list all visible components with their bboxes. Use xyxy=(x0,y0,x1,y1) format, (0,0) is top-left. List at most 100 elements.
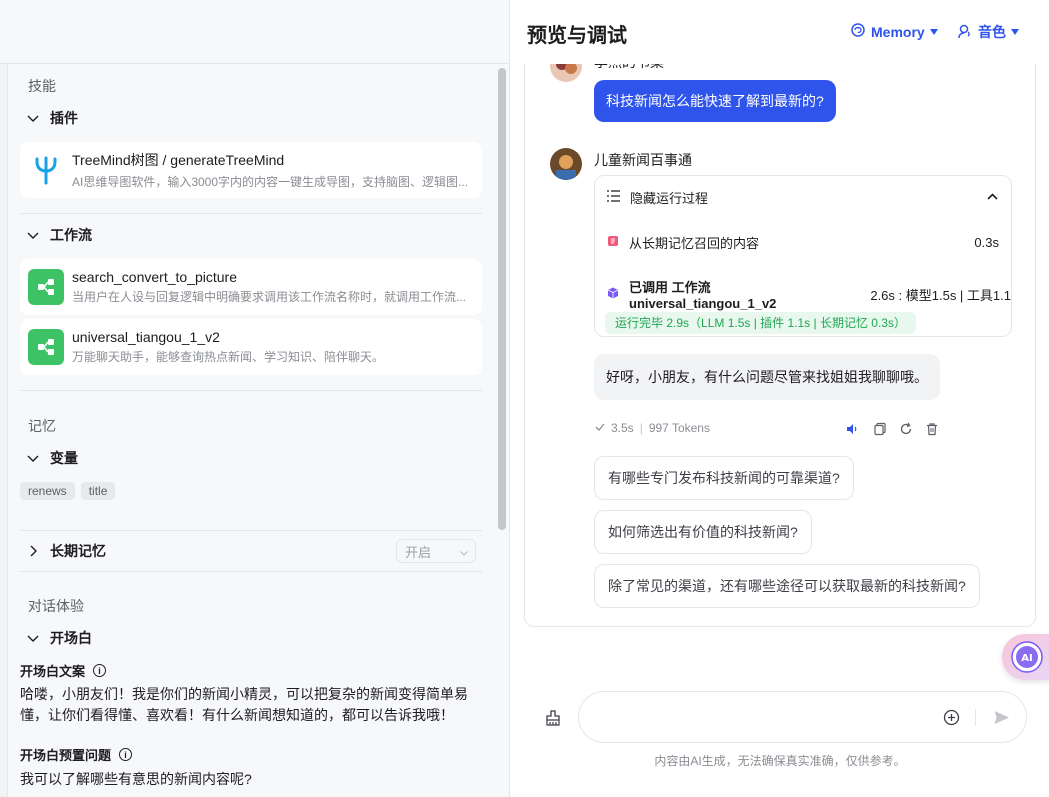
clear-context-icon[interactable] xyxy=(545,710,561,729)
plugin-card-treemind[interactable]: TreeMind树图 / generateTreeMind AI思维导图软件，输… xyxy=(20,142,482,198)
caret-down-icon xyxy=(1011,29,1019,35)
preset-question-label: 开场白预置问题 i xyxy=(20,745,133,764)
preview-panel: 预览与调试 Memory 音色 李然的书桌 科技新闻怎么能快速了解到最新的? 儿… xyxy=(509,0,1049,797)
input-divider xyxy=(975,709,976,726)
caret-down-icon xyxy=(929,28,938,35)
plugins-group-label: 插件 xyxy=(50,110,78,126)
config-scroll-area: 技能 插件 TreeMind树图 / generateTreeMind AI思维… xyxy=(7,64,496,797)
divider xyxy=(20,390,482,391)
brain-icon xyxy=(850,22,866,41)
add-attachment-icon[interactable] xyxy=(943,709,960,729)
memory-button[interactable]: Memory xyxy=(850,22,938,41)
voice-button[interactable]: 音色 xyxy=(957,22,1019,42)
workflows-group-header[interactable]: 工作流 xyxy=(26,225,92,245)
chat-input[interactable] xyxy=(599,706,929,728)
chevron-down-icon xyxy=(26,228,40,242)
list-icon xyxy=(607,190,620,205)
divider xyxy=(20,213,482,214)
skills-section-title: 技能 xyxy=(28,78,56,94)
reply-meta: 3.5s | 997 Tokens xyxy=(595,421,710,435)
chevron-down-icon xyxy=(26,631,40,645)
workflow-card-search-convert[interactable]: search_convert_to_picture 当用户在人设与回复逻辑中明确… xyxy=(20,259,482,315)
workflow-name: search_convert_to_picture xyxy=(72,269,237,285)
reply-tokens: 997 Tokens xyxy=(648,421,710,435)
treemind-logo-icon xyxy=(28,152,64,188)
ai-assistant-float-button[interactable]: AI xyxy=(1002,634,1049,680)
workflows-group-label: 工作流 xyxy=(50,227,92,243)
memory-section-title: 记忆 xyxy=(28,418,56,434)
info-icon[interactable]: i xyxy=(93,664,107,677)
check-icon xyxy=(595,421,605,435)
divider xyxy=(20,530,482,531)
disclaimer-text: 内容由AI生成，无法确保真实准确，仅供参考。 xyxy=(654,754,906,768)
memory-button-label: Memory xyxy=(871,23,925,40)
bot-name: 儿童新闻百事通 xyxy=(594,152,692,168)
config-panel: 技能 插件 TreeMind树图 / generateTreeMind AI思维… xyxy=(0,0,509,797)
config-scrollbar[interactable] xyxy=(496,64,509,797)
regenerate-icon[interactable] xyxy=(899,422,913,436)
plugin-desc: AI思维导图软件，输入3000字内的内容一键生成导图，支持脑图、逻辑图... xyxy=(72,175,469,189)
run-process-panel: 隐藏运行过程 从长期记忆召回的内容 0.3s 已调用 工作流 universal… xyxy=(594,175,1012,337)
workflow-desc: 当用户在人设与回复逻辑中明确要求调用该工作流名称时，就调用工作流... xyxy=(72,290,467,304)
process-toggle-label: 隐藏运行过程 xyxy=(630,191,709,206)
process-row-value: 0.3s xyxy=(974,235,999,250)
workflow-icon xyxy=(28,269,64,305)
voice-button-label: 音色 xyxy=(978,24,1006,40)
variable-tag[interactable]: renews xyxy=(20,482,75,500)
process-row-label: 从长期记忆召回的内容 xyxy=(629,236,760,251)
copy-icon[interactable] xyxy=(873,422,887,436)
opening-text-label: 开场白文案 i xyxy=(20,661,107,680)
long-memory-select-value: 开启 xyxy=(405,544,432,560)
workflow-icon xyxy=(28,329,64,365)
process-row-workflow[interactable]: 已调用 工作流 universal_tiangou_1_v2 2.6s : 模型… xyxy=(607,277,1011,311)
reply-time: 3.5s xyxy=(611,421,634,435)
info-icon[interactable]: i xyxy=(119,748,133,761)
suggestion-chip[interactable]: 如何筛选出有价值的科技新闻? xyxy=(594,510,812,554)
suggestion-chip[interactable]: 有哪些专门发布科技新闻的可靠渠道? xyxy=(594,456,854,500)
process-row-label: 已调用 工作流 universal_tiangou_1_v2 xyxy=(629,280,777,311)
chat-input-box[interactable] xyxy=(578,691,1027,743)
variable-tags: renews title xyxy=(20,482,121,500)
workflow-card-universal-tiangou[interactable]: universal_tiangou_1_v2 万能聊天助手，能够查询热点新闻、学… xyxy=(20,319,482,375)
plugin-name: TreeMind树图 / generateTreeMind xyxy=(72,152,285,168)
chevron-down-icon xyxy=(459,546,469,561)
opening-text-label-text: 开场白文案 xyxy=(20,664,86,679)
run-complete-badge: 运行完毕 2.9s（LLM 1.5s | 插件 1.1s | 长期记忆 0.3s… xyxy=(605,312,916,334)
variables-group-label: 变量 xyxy=(50,450,78,466)
user-name: 李然的书桌 xyxy=(594,64,664,72)
opening-text[interactable]: 哈喽，小朋友们！我是你们的新闻小精灵，可以把复杂的新闻变得简单易懂，让你们看得懂… xyxy=(20,684,480,726)
variable-tag[interactable]: title xyxy=(80,482,116,500)
bot-reply-bubble[interactable]: 好呀，小朋友，有什么问题尽管来找姐姐我聊聊哦。 xyxy=(594,354,940,400)
cube-icon xyxy=(607,287,619,302)
opening-group-header[interactable]: 开场白 xyxy=(26,628,92,648)
chevron-up-icon xyxy=(986,190,999,206)
experience-section-title: 对话体验 xyxy=(28,598,84,614)
preview-title: 预览与调试 xyxy=(527,25,627,47)
long-memory-group-label: 长期记忆 xyxy=(50,543,106,559)
bot-avatar xyxy=(550,148,582,180)
preset-question[interactable]: 我可以了解哪些有意思的新闻内容呢? xyxy=(20,769,480,790)
suggestion-chip[interactable]: 除了常见的渠道，还有哪些途径可以获取最新的科技新闻? xyxy=(594,564,980,608)
variables-group-header[interactable]: 变量 xyxy=(26,448,78,468)
long-memory-group-header[interactable]: 长期记忆 xyxy=(26,541,106,561)
process-row-value: 2.6s : 模型1.5s | 工具1.1 xyxy=(870,287,1011,303)
workflow-desc: 万能聊天助手，能够查询热点新闻、学习知识、陪伴聊天。 xyxy=(72,350,385,364)
long-memory-select[interactable]: 开启 xyxy=(396,539,476,563)
send-icon[interactable] xyxy=(993,709,1010,729)
process-row-memory: 从长期记忆召回的内容 0.3s xyxy=(607,233,999,252)
memory-recall-icon xyxy=(607,235,619,250)
scrollbar-thumb[interactable] xyxy=(498,68,506,530)
user-avatar xyxy=(550,64,582,82)
process-toggle-row[interactable]: 隐藏运行过程 xyxy=(607,188,999,207)
config-panel-header xyxy=(0,0,509,64)
user-message-bubble[interactable]: 科技新闻怎么能快速了解到最新的? xyxy=(594,80,836,122)
chevron-right-icon xyxy=(26,544,40,558)
delete-icon[interactable] xyxy=(925,422,939,436)
divider xyxy=(20,571,482,572)
opening-group-label: 开场白 xyxy=(50,630,92,646)
plugins-group-header[interactable]: 插件 xyxy=(26,108,78,128)
chat-area[interactable]: 李然的书桌 科技新闻怎么能快速了解到最新的? 儿童新闻百事通 隐藏运行过程 从长… xyxy=(524,64,1036,627)
speaker-icon[interactable] xyxy=(845,422,859,436)
chevron-down-icon xyxy=(26,111,40,125)
chevron-down-icon xyxy=(26,451,40,465)
